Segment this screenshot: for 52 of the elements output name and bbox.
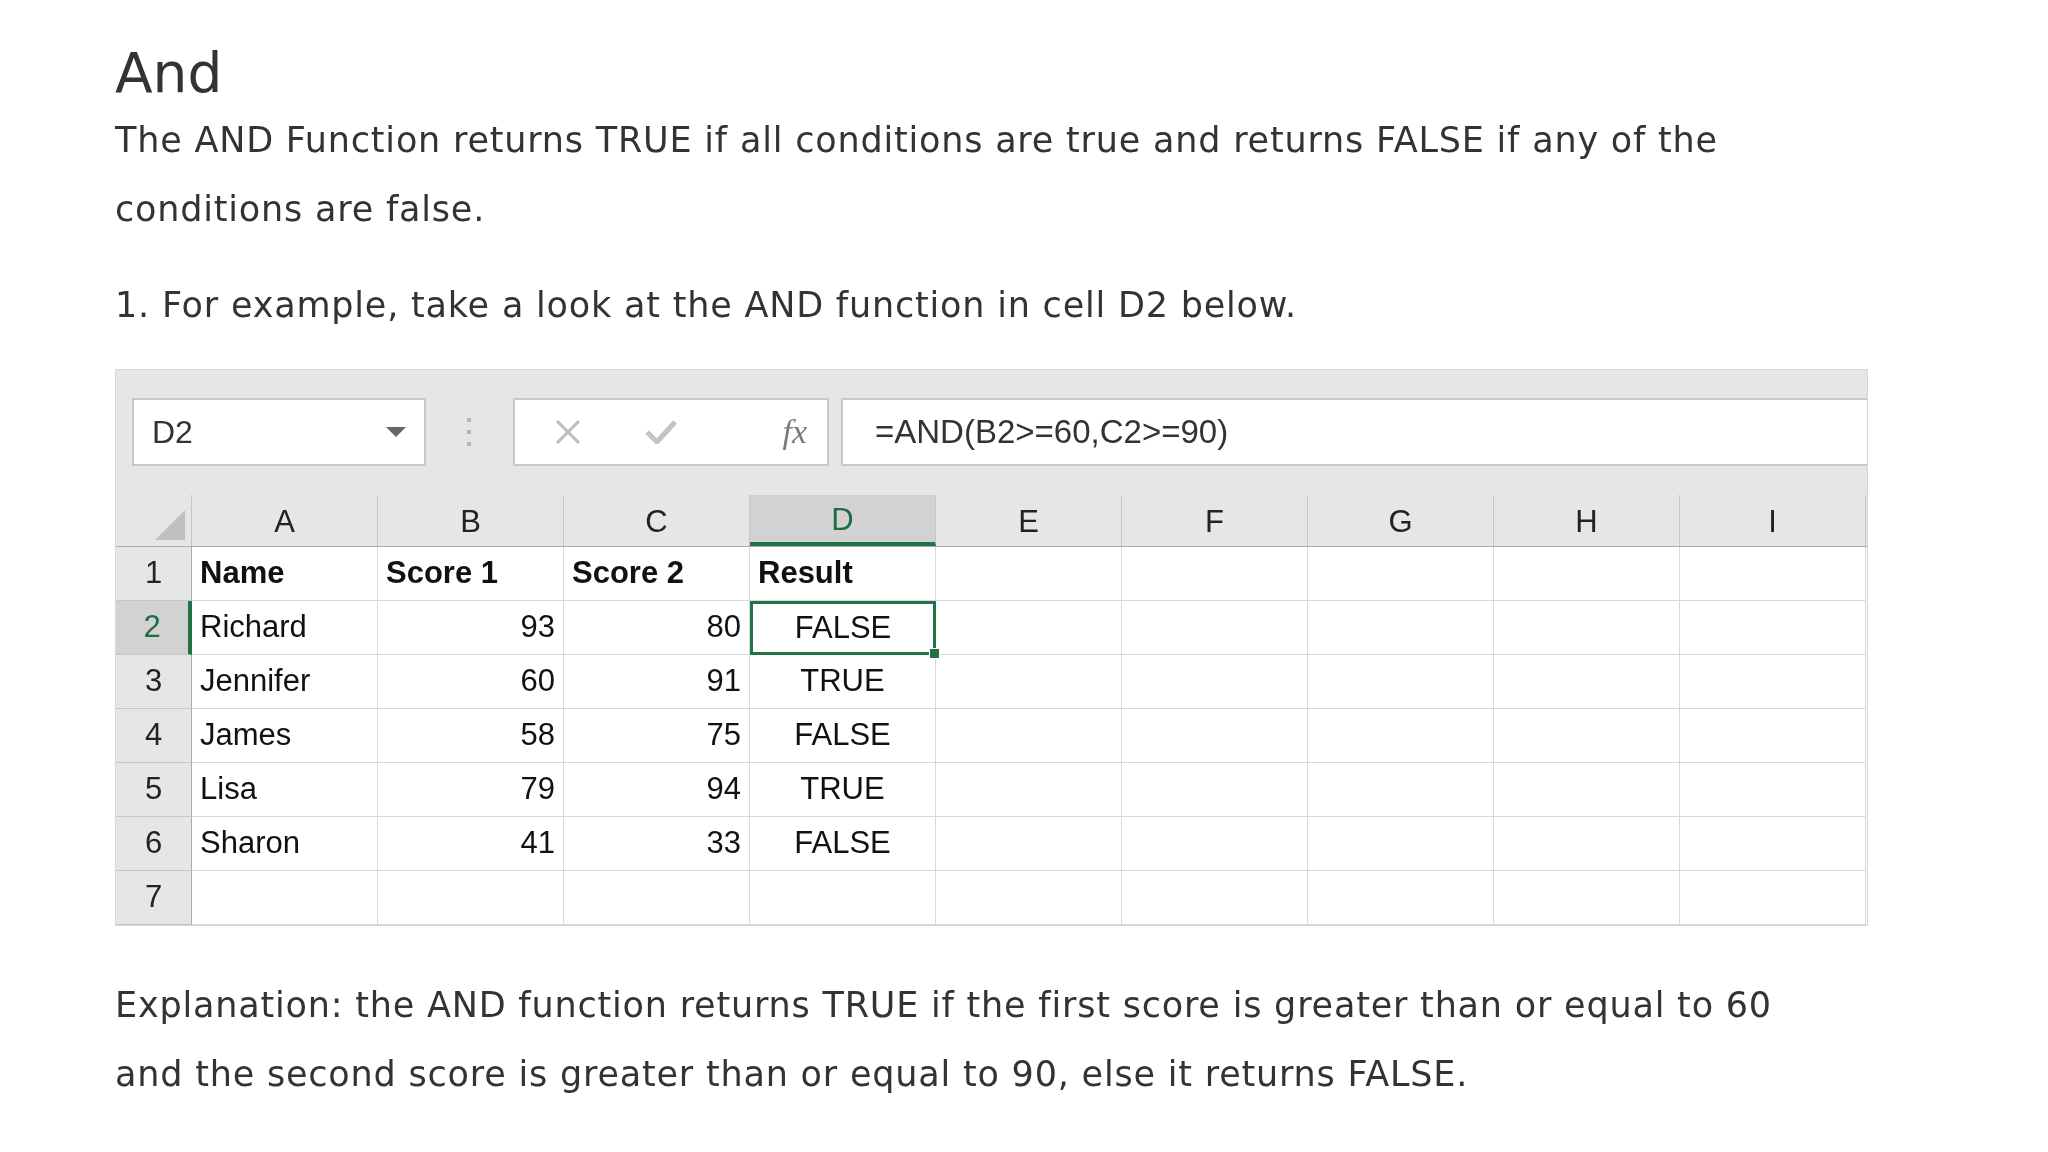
fill-handle-icon[interactable] bbox=[929, 648, 940, 659]
table-cell: TRUE bbox=[750, 763, 936, 817]
column-header[interactable]: H bbox=[1494, 495, 1680, 546]
table-cell: Score 1 bbox=[378, 547, 564, 601]
step-text: 1. For example, take a look at the AND function in cell D2 below. bbox=[115, 284, 1297, 327]
table-cell: 91 bbox=[564, 655, 750, 709]
table-cell: 75 bbox=[564, 709, 750, 763]
table-cell: James bbox=[192, 709, 378, 763]
table-cell: FALSE bbox=[750, 817, 936, 871]
table-cell: FALSE bbox=[750, 709, 936, 763]
row-header[interactable]: 4 bbox=[116, 709, 192, 763]
vertical-dots-icon bbox=[467, 418, 471, 446]
table-cell: 94 bbox=[564, 763, 750, 817]
column-header[interactable]: B bbox=[378, 495, 564, 546]
table-cell: 93 bbox=[378, 601, 564, 655]
check-icon[interactable] bbox=[645, 420, 677, 444]
table-cell: 41 bbox=[378, 817, 564, 871]
row-header[interactable]: 2 bbox=[116, 601, 192, 655]
row-header[interactable]: 1 bbox=[116, 547, 192, 601]
table-cell: Name bbox=[192, 547, 378, 601]
table-cell: Sharon bbox=[192, 817, 378, 871]
table-cell: 80 bbox=[564, 601, 750, 655]
table-cell: TRUE bbox=[750, 655, 936, 709]
insert-function-button[interactable]: fx bbox=[780, 412, 809, 452]
table-cell: 33 bbox=[564, 817, 750, 871]
row-header[interactable]: 7 bbox=[116, 871, 192, 925]
table-cell: Score 2 bbox=[564, 547, 750, 601]
page-heading: And bbox=[115, 40, 223, 106]
table-cell: Result bbox=[750, 547, 936, 601]
table-cell: 79 bbox=[378, 763, 564, 817]
row-header[interactable]: 5 bbox=[116, 763, 192, 817]
caret-icon bbox=[386, 427, 406, 437]
table-cell: Richard bbox=[192, 601, 378, 655]
explanation-paragraph: Explanation: the AND function returns TRUE if the first score is greater than or equal to 60 and the second score is greater than or equal to 90, else it returns FALSE. bbox=[115, 984, 1773, 1096]
column-header[interactable]: D bbox=[750, 495, 936, 546]
cross-icon[interactable] bbox=[555, 419, 581, 445]
column-header[interactable]: A bbox=[192, 495, 378, 546]
triangle-icon[interactable] bbox=[155, 510, 185, 540]
column-header[interactable]: E bbox=[936, 495, 1122, 546]
cell-text: FALSE bbox=[794, 608, 892, 647]
table-cell: Jennifer bbox=[192, 655, 378, 709]
column-header[interactable]: F bbox=[1122, 495, 1308, 546]
name-box[interactable]: D2 bbox=[132, 398, 426, 466]
column-header[interactable]: G bbox=[1308, 495, 1494, 546]
table-cell: 58 bbox=[378, 709, 564, 763]
column-header[interactable]: I bbox=[1680, 495, 1866, 546]
row-header[interactable]: 6 bbox=[116, 817, 192, 871]
intro-paragraph: The AND Function returns TRUE if all conditions are true and returns FALSE if any of the conditions are false. bbox=[115, 119, 1719, 231]
row-header[interactable]: 3 bbox=[116, 655, 192, 709]
table-cell: Lisa bbox=[192, 763, 378, 817]
formula-field[interactable]: =AND(B2>=60,C2>=90) bbox=[841, 398, 1867, 466]
table-cell: 60 bbox=[378, 655, 564, 709]
